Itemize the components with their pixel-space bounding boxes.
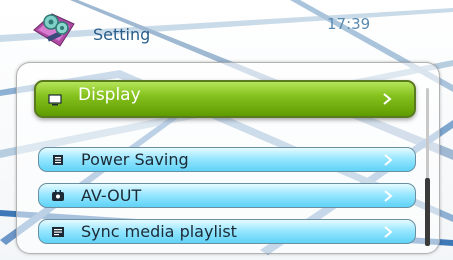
page-title: Setting <box>93 25 151 44</box>
menu-item-power-saving[interactable]: Power Saving <box>38 147 416 172</box>
clock: 17:39 <box>327 15 371 33</box>
menu-item-label: Display <box>78 85 141 105</box>
chevron-right-icon <box>384 153 393 166</box>
chevron-right-icon <box>384 225 393 238</box>
header-bar: Setting 17:39 <box>0 0 453 56</box>
chevron-right-icon <box>384 189 393 202</box>
menu-item-av-out[interactable]: AV-OUT <box>38 183 416 208</box>
settings-gears-icon <box>33 13 75 47</box>
display-icon <box>48 94 62 106</box>
playlist-icon <box>52 226 64 237</box>
menu-item-label: Power Saving <box>81 150 189 169</box>
av-out-icon <box>52 189 64 201</box>
scrollbar-thumb[interactable] <box>425 178 430 246</box>
menu-item-label: AV-OUT <box>81 186 142 205</box>
power-saving-icon <box>53 154 63 165</box>
menu-item-display[interactable]: Display <box>34 80 416 118</box>
chevron-right-icon <box>383 93 392 105</box>
menu-item-sync-media-playlist[interactable]: Sync media playlist <box>38 219 416 244</box>
menu-item-label: Sync media playlist <box>81 222 237 241</box>
